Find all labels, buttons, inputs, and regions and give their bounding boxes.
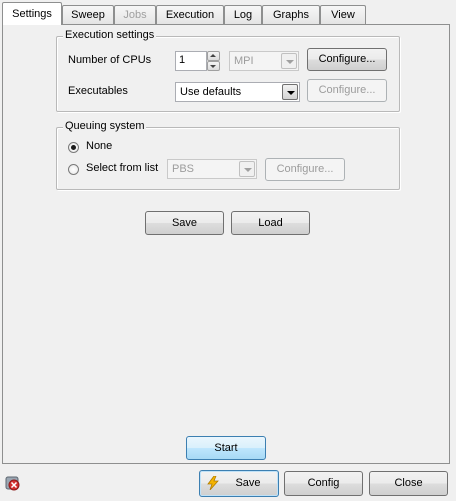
tab-jobs[interactable]: Jobs (114, 5, 156, 24)
execution-settings-group: Execution settings Number of CPUs 1 MPI … (56, 29, 400, 112)
queue-select[interactable]: PBS (167, 159, 257, 179)
tab-execution[interactable]: Execution (156, 5, 224, 24)
tab-sweep[interactable]: Sweep (62, 5, 114, 24)
save-settings-button[interactable]: Save (145, 211, 224, 235)
radio-none-label[interactable]: None (86, 140, 112, 152)
execution-settings-title: Execution settings (63, 29, 157, 41)
save-footer-button[interactable]: Save (199, 470, 279, 497)
executables-select[interactable]: Use defaults (175, 82, 300, 102)
mpi-select[interactable]: MPI (229, 51, 299, 71)
tab-log[interactable]: Log (224, 5, 262, 24)
configure-queue-button[interactable]: Configure... (265, 158, 345, 181)
tab-settings[interactable]: Settings (2, 2, 62, 25)
radio-none[interactable] (68, 142, 79, 153)
spin-down-icon[interactable] (207, 61, 220, 71)
radio-select-from-list[interactable] (68, 164, 79, 175)
configure-executables-button[interactable]: Configure... (307, 79, 387, 102)
queuing-system-title: Queuing system (63, 120, 147, 132)
tab-graphs[interactable]: Graphs (262, 5, 320, 24)
cpus-label: Number of CPUs (68, 54, 152, 66)
radio-select-label[interactable]: Select from list (86, 162, 158, 174)
start-button[interactable]: Start (186, 436, 266, 460)
chevron-down-icon (239, 161, 255, 177)
config-button[interactable]: Config (284, 471, 363, 496)
tab-view[interactable]: View (320, 5, 366, 24)
settings-panel: Execution settings Number of CPUs 1 MPI … (2, 24, 450, 464)
spin-up-icon[interactable] (207, 51, 220, 61)
cpus-input[interactable]: 1 (175, 51, 207, 71)
cpus-spinner[interactable] (207, 51, 220, 71)
close-button[interactable]: Close (369, 471, 448, 496)
load-settings-button[interactable]: Load (231, 211, 310, 235)
chevron-down-icon (281, 53, 297, 69)
disconnected-status-icon (5, 476, 20, 491)
chevron-down-icon (282, 84, 298, 100)
executables-label: Executables (68, 85, 128, 97)
queuing-system-group: Queuing system None Select from list PBS… (56, 120, 400, 190)
save-footer-label: Save (235, 477, 261, 489)
lightning-icon (207, 476, 219, 490)
configure-mpi-button[interactable]: Configure... (307, 48, 387, 71)
